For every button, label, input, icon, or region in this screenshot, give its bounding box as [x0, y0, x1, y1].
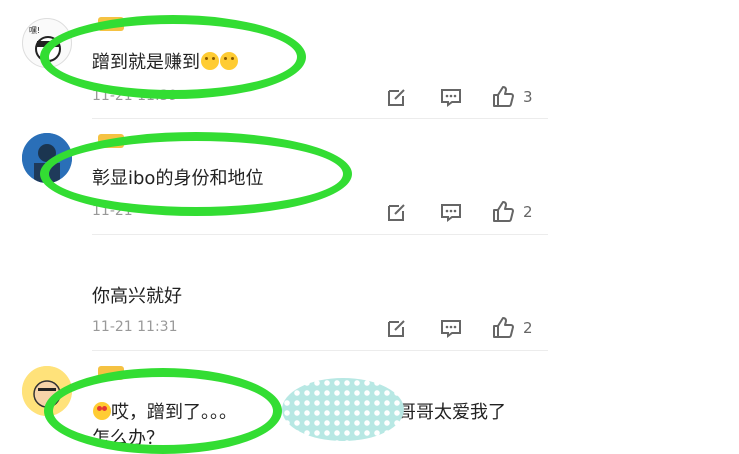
- comment-text-part: 哎，蹭到了。。。: [111, 402, 237, 423]
- comment-time: 11-21: [92, 203, 133, 219]
- vip-badge-icon: [98, 365, 124, 380]
- comment-text-content: 蹭到就是赚到: [92, 52, 200, 73]
- svg-text:嘿!: 嘿!: [29, 26, 40, 35]
- thumbs-up-icon[interactable]: [491, 200, 515, 224]
- heart-eyes-emoji-icon: [93, 402, 111, 420]
- divider: [92, 234, 548, 235]
- username[interactable]: [92, 363, 124, 381]
- comment-text: 蹭到就是赚到: [92, 48, 238, 74]
- avatar-cartoon-icon: 嘿!: [29, 26, 61, 62]
- divider: [92, 118, 548, 119]
- thumbs-up-icon[interactable]: [491, 85, 515, 109]
- comment-time: 11-21 11:31: [92, 319, 178, 335]
- comment-actions: 2: [385, 316, 545, 340]
- thumbs-up-icon[interactable]: [491, 316, 515, 340]
- comment-text: 彰显ibo的身份和地位: [92, 168, 264, 189]
- reply-edit-icon[interactable]: [385, 200, 409, 224]
- comment-bubble-icon[interactable]: [439, 316, 463, 340]
- comment-time: 11-21 11:39: [92, 88, 178, 104]
- avatar[interactable]: 嘿!: [22, 18, 72, 68]
- username[interactable]: [92, 14, 124, 32]
- comment-actions: 2: [385, 200, 545, 224]
- avatar[interactable]: [22, 133, 72, 183]
- mosaic-blur: [282, 378, 404, 441]
- vip-badge-icon: [98, 133, 124, 148]
- comment-actions: 3: [385, 85, 545, 109]
- like-count: 2: [523, 319, 533, 337]
- divider: [92, 350, 548, 351]
- username[interactable]: [92, 131, 124, 149]
- comment-text: 怎么办？: [92, 428, 164, 449]
- comment-text: 你高兴就好: [92, 286, 182, 307]
- like-count: 3: [523, 88, 533, 106]
- smile-emoji-icon: [220, 52, 238, 70]
- comment-text: 哥哥太爱我了: [398, 402, 506, 423]
- smile-emoji-icon: [201, 52, 219, 70]
- like-count: 2: [523, 203, 533, 221]
- comment-bubble-icon[interactable]: [439, 85, 463, 109]
- comment-bubble-icon[interactable]: [439, 200, 463, 224]
- vip-badge-icon: [98, 16, 124, 31]
- avatar-cartoon-icon: [22, 366, 72, 416]
- reply-edit-icon[interactable]: [385, 85, 409, 109]
- reply-edit-icon[interactable]: [385, 316, 409, 340]
- comment-text: 哎，蹭到了。。。: [92, 398, 237, 424]
- avatar-photo-icon: [22, 133, 72, 183]
- avatar[interactable]: [22, 366, 72, 416]
